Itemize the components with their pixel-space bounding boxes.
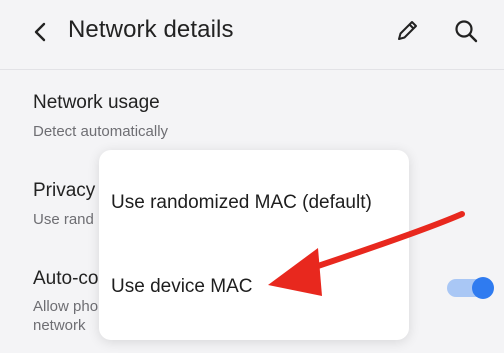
network-usage-subtitle: Detect automatically	[33, 123, 169, 140]
mac-address-dialog: Use randomized MAC (default) Use device …	[99, 150, 409, 340]
option-randomized-mac[interactable]: Use randomized MAC (default)	[99, 178, 409, 228]
page-title: Network details	[68, 16, 234, 43]
option-randomized-mac-label: Use randomized MAC (default)	[111, 192, 372, 213]
toggle-thumb	[472, 277, 494, 299]
app-bar: Network details	[0, 0, 504, 70]
auto-connect-subtitle-line1: Allow pho	[33, 298, 99, 315]
network-usage-title: Network usage	[33, 92, 160, 113]
privacy-subtitle: Use rand	[33, 211, 94, 228]
edit-icon[interactable]	[393, 17, 421, 45]
auto-connect-toggle[interactable]	[447, 277, 494, 299]
search-icon[interactable]	[452, 17, 480, 45]
privacy-title: Privacy	[33, 180, 96, 201]
back-icon[interactable]	[28, 18, 52, 46]
option-device-mac-label: Use device MAC	[111, 276, 253, 297]
option-device-mac[interactable]: Use device MAC	[99, 262, 409, 312]
network-usage-row[interactable]: Network usage Detect automatically	[0, 88, 504, 144]
auto-connect-title: Auto-co	[33, 268, 99, 289]
auto-connect-subtitle-line2: network	[33, 317, 86, 334]
